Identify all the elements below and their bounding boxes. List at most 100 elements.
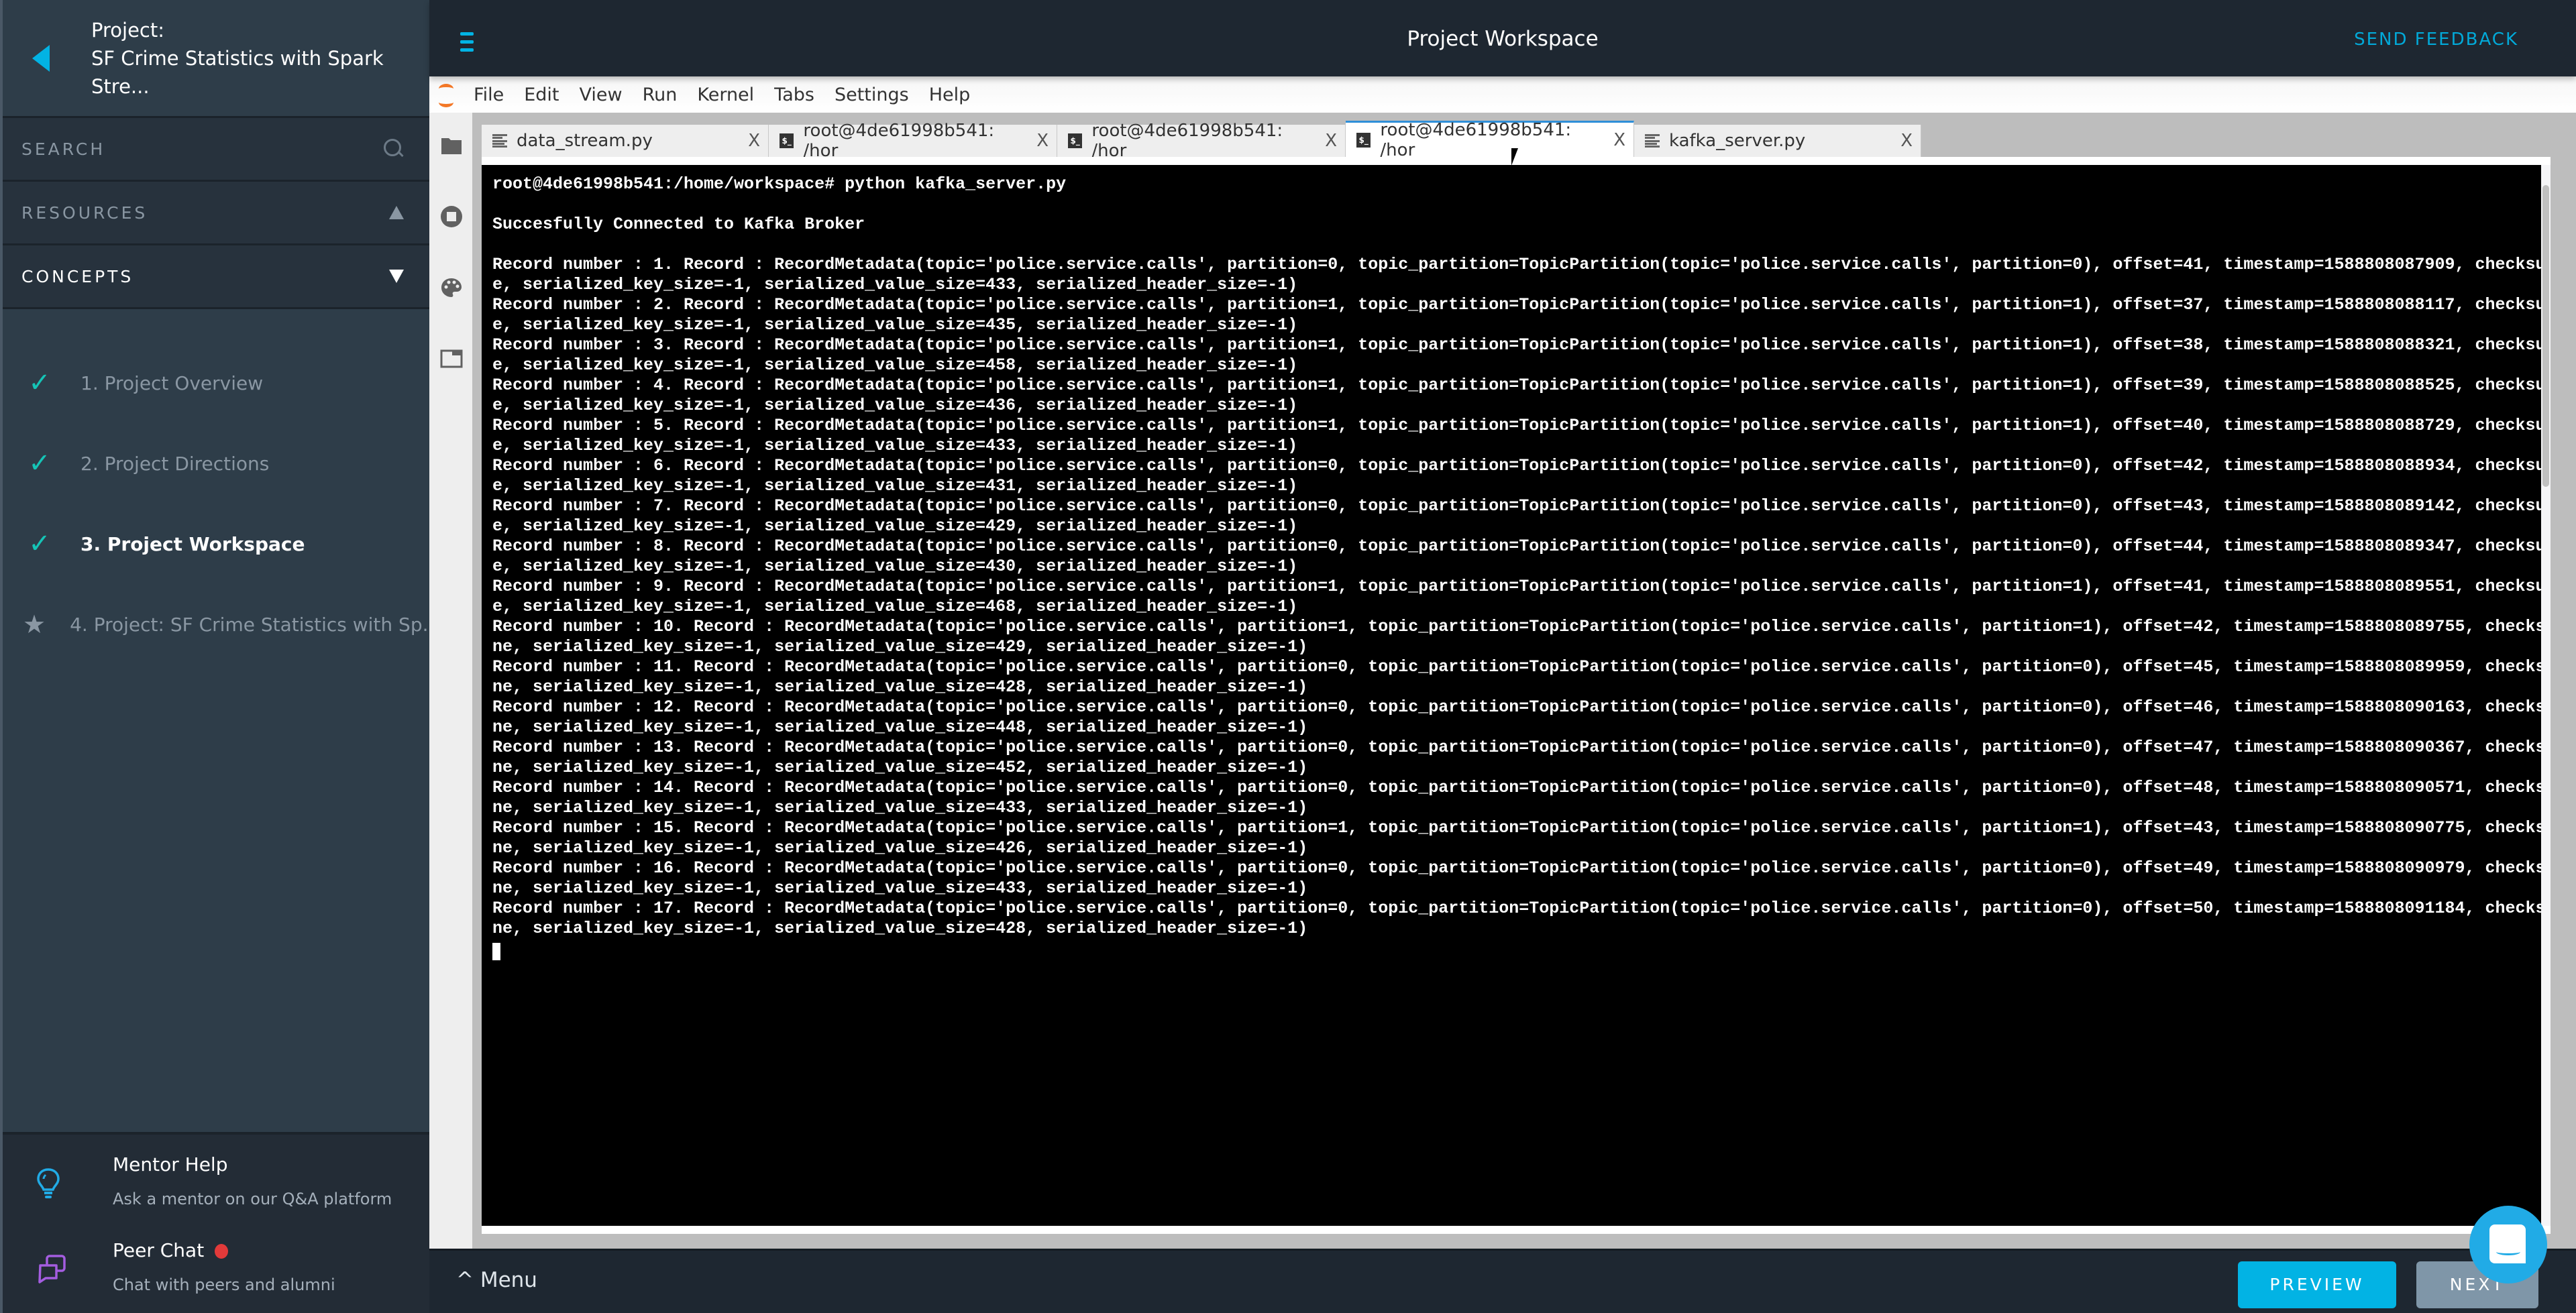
chat-smile-icon <box>2496 1249 2520 1255</box>
record-line: Record number : 1. Record : RecordMetada… <box>492 255 2541 274</box>
close-icon[interactable]: X <box>740 131 760 151</box>
concept-item-project-overview[interactable]: ✓ 1. Project Overview <box>3 343 429 423</box>
file-text-icon <box>1645 133 1660 148</box>
concept-label: 3. Project Workspace <box>80 532 305 555</box>
jupyter-tab-bar: data_stream.py X $_ root@4de61998b541: /… <box>482 119 1921 161</box>
concept-label: 4. Project: SF Crime Statistics with Sp.… <box>70 613 441 636</box>
concept-item-project-submission[interactable]: ★ 4. Project: SF Crime Statistics with S… <box>3 584 440 665</box>
peer-chat-link[interactable]: Peer Chat Chat with peers and alumni <box>3 1226 429 1306</box>
record-line: Record number : 4. Record : RecordMetada… <box>492 376 2541 395</box>
project-label: Project: <box>91 18 164 42</box>
page-title: Project Workspace <box>1407 27 1599 51</box>
back-arrow-icon[interactable] <box>32 44 50 72</box>
mentor-help-link[interactable]: Mentor Help Ask a mentor on our Q&A plat… <box>3 1140 429 1220</box>
peer-chat-title: Peer Chat <box>113 1239 229 1261</box>
record-line: ne, serialized_key_size=-1, serialized_v… <box>492 637 1308 656</box>
record-line: e, serialized_key_size=-1, serialized_va… <box>492 516 1298 536</box>
support-chat-launcher[interactable] <box>2469 1206 2547 1283</box>
running-stop-icon[interactable] <box>440 205 463 228</box>
concept-item-project-directions[interactable]: ✓ 2. Project Directions <box>3 423 429 504</box>
concept-item-project-workspace[interactable]: ✓ 3. Project Workspace <box>3 504 429 584</box>
close-icon[interactable]: X <box>1892 131 1913 151</box>
terminal-output[interactable]: root@4de61998b541:/home/workspace# pytho… <box>482 165 2541 1226</box>
menu-file[interactable]: File <box>474 84 504 105</box>
terminal-panel: root@4de61998b541:/home/workspace# pytho… <box>482 157 2551 1234</box>
record-line: Record number : 7. Record : RecordMetada… <box>492 496 2541 516</box>
record-line: Record number : 15. Record : RecordMetad… <box>492 818 2541 838</box>
record-line: ne, serialized_key_size=-1, serialized_v… <box>492 878 1308 898</box>
tab-terminal-1[interactable]: $_ root@4de61998b541: /hor X <box>769 121 1057 161</box>
record-line: e, serialized_key_size=-1, serialized_va… <box>492 597 1298 616</box>
tab-label: root@4de61998b541: /hor <box>803 121 995 161</box>
close-icon[interactable]: X <box>1317 131 1337 151</box>
resources-label: RESOURCES <box>21 203 148 223</box>
menu-kernel[interactable]: Kernel <box>697 84 754 105</box>
tab-label: kafka_server.py <box>1669 131 1806 151</box>
search-label: SEARCH <box>21 139 106 159</box>
palette-icon[interactable] <box>440 276 463 299</box>
concepts-toggle[interactable]: CONCEPTS <box>3 245 429 309</box>
close-icon[interactable]: X <box>1028 131 1049 151</box>
menu-edit[interactable]: Edit <box>524 84 559 105</box>
terminal-prompt-line: root@4de61998b541:/home/workspace# pytho… <box>492 174 1067 194</box>
lightbulb-icon <box>37 1168 60 1198</box>
tab-label: root@4de61998b541: /hor <box>1380 119 1572 160</box>
check-icon: ✓ <box>28 367 51 398</box>
record-line: Record number : 6. Record : RecordMetada… <box>492 456 2541 475</box>
record-line: ne, serialized_key_size=-1, serialized_v… <box>492 919 1308 938</box>
tab-label: data_stream.py <box>517 131 653 151</box>
mentor-help-title: Mentor Help <box>113 1153 228 1176</box>
menu-settings[interactable]: Settings <box>835 84 909 105</box>
record-line: Record number : 14. Record : RecordMetad… <box>492 778 2541 797</box>
file-text-icon <box>492 133 507 148</box>
project-name: SF Crime Statistics with Spark Stre... <box>91 46 384 98</box>
record-line: Record number : 11. Record : RecordMetad… <box>492 657 2541 677</box>
check-icon: ✓ <box>28 448 51 479</box>
menu-help[interactable]: Help <box>929 84 971 105</box>
tab-data-stream[interactable]: data_stream.py X <box>482 125 769 157</box>
tab-kafka-server[interactable]: kafka_server.py X <box>1634 125 1921 157</box>
terminal-scrollbar[interactable] <box>2541 165 2551 1226</box>
record-line: Record number : 12. Record : RecordMetad… <box>492 697 2541 717</box>
record-line: e, serialized_key_size=-1, serialized_va… <box>492 355 1298 375</box>
record-line: ne, serialized_key_size=-1, serialized_v… <box>492 758 1308 777</box>
record-line: Record number : 13. Record : RecordMetad… <box>492 738 2541 757</box>
menu-view[interactable]: View <box>579 84 622 105</box>
tab-terminal-2[interactable]: $_ root@4de61998b541: /hor X <box>1057 121 1346 161</box>
resources-toggle[interactable]: RESOURCES <box>3 182 429 245</box>
search-row[interactable]: SEARCH <box>3 118 429 182</box>
caret-up-icon <box>389 206 404 219</box>
notification-dot <box>215 1244 229 1259</box>
terminal-status-line: Succesfully Connected to Kafka Broker <box>492 215 865 234</box>
menu-tabs[interactable]: Tabs <box>774 84 814 105</box>
tab-terminal-3-active[interactable]: $_ root@4de61998b541: /hor X <box>1346 119 1634 160</box>
bottom-bar: ^ Menu PREVIEW NEXT <box>429 1249 2576 1313</box>
record-line: Record number : 5. Record : RecordMetada… <box>492 416 2541 435</box>
project-header[interactable]: Project: SF Crime Statistics with Spark … <box>3 0 429 118</box>
tabs-icon[interactable] <box>440 347 463 370</box>
concepts-label: CONCEPTS <box>21 266 134 286</box>
record-line: Record number : 8. Record : RecordMetada… <box>492 536 2541 556</box>
chat-icon <box>2489 1224 2526 1263</box>
preview-button[interactable]: PREVIEW <box>2238 1261 2396 1308</box>
close-icon[interactable]: X <box>1605 130 1625 150</box>
jupyter-logo-icon <box>435 78 462 111</box>
star-icon: ★ <box>23 610 46 639</box>
concept-label: 1. Project Overview <box>80 372 264 394</box>
record-line: Record number : 16. Record : RecordMetad… <box>492 858 2541 878</box>
search-icon[interactable] <box>384 139 404 159</box>
concept-label: 2. Project Directions <box>80 452 270 475</box>
record-line: e, serialized_key_size=-1, serialized_va… <box>492 396 1298 415</box>
caret-up-icon: ^ <box>456 1268 474 1292</box>
terminal-icon: $_ <box>1356 132 1371 148</box>
folder-icon[interactable] <box>440 134 463 157</box>
record-line: ne, serialized_key_size=-1, serialized_v… <box>492 798 1308 817</box>
record-line: Record number : 3. Record : RecordMetada… <box>492 335 2541 355</box>
scrollbar-thumb[interactable] <box>2542 185 2549 487</box>
menu-run[interactable]: Run <box>643 84 678 105</box>
send-feedback-link[interactable]: SEND FEEDBACK <box>2354 30 2518 50</box>
record-line: Record number : 2. Record : RecordMetada… <box>492 295 2541 315</box>
menu-toggle-button[interactable]: ^ Menu <box>456 1268 537 1292</box>
